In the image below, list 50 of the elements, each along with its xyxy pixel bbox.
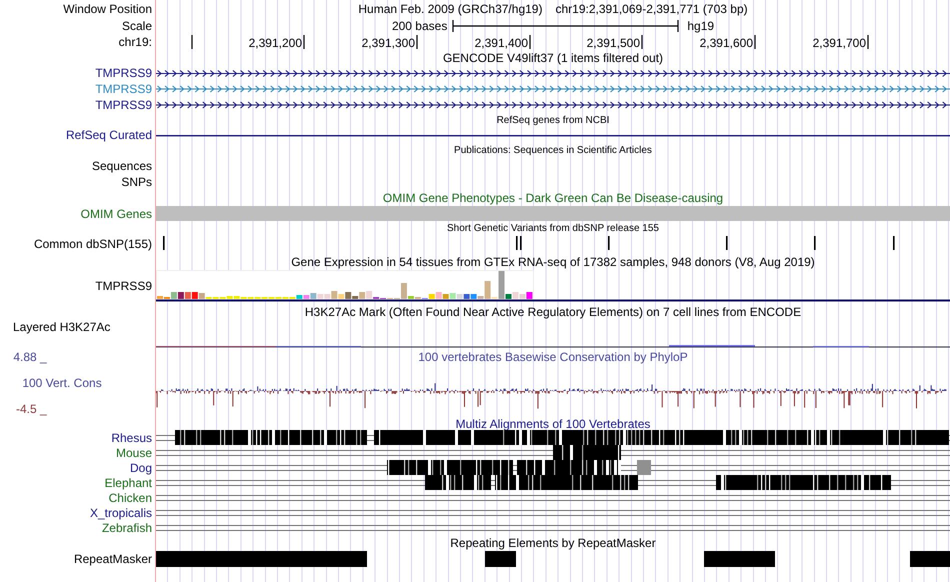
ruler-tick-label: 2,391,500 [586,36,640,50]
scale-assembly-text: hg19 [687,19,714,33]
track-title: Publications: Sequences in Scientific Articles [454,144,652,158]
track-label[interactable]: SNPs [121,174,152,190]
track-label[interactable]: Sequences [92,159,152,174]
track-label[interactable]: TMPRSS9 [95,278,152,294]
alignment-drawing[interactable] [156,445,950,460]
window-position-label: Window Position [63,2,152,16]
scale-min-label: -4.5 _ [16,402,48,416]
assembly-title: Human Feb. 2009 (GRCh37/hg19) [358,2,542,16]
track-label[interactable]: TMPRSS9 [95,66,152,81]
ruler-tick-label: 2,391,700 [812,36,866,50]
chromosome-label: chr19: [118,34,152,50]
track-label[interactable]: TMPRSS9 [95,82,152,96]
track-label[interactable]: Common dbSNP(155) [34,237,152,252]
track-title: H3K27Ac Mark (Often Found Near Active Regulatory Elements) on 7 cell lines from ENCODE [304,304,802,318]
scale-max-label: 4.88 _ [13,350,48,364]
track-label[interactable]: Elephant [104,476,152,490]
alignment-drawing[interactable] [156,430,950,445]
position-text: chr19:2,391,069-2,391,771 (703 bp) [555,2,748,16]
ruler-tick-label: 2,391,600 [700,36,753,50]
alignment-drawing[interactable] [156,475,950,490]
track-title: Short Genetic Variants from dbSNP release 155 [447,222,659,236]
scale-label: Scale [122,18,152,34]
track-title: OMIM Gene Phenotypes - Dark Green Can Be Disease-causing [382,191,724,205]
track-label[interactable]: Mouse [116,446,152,460]
track-label[interactable]: RefSeq Curated [66,128,152,143]
ruler-tick-label: 2,391,300 [362,36,415,50]
track-title: Repeating Elements by RepeatMasker [450,536,656,550]
track-title: Gene Expression in 54 tissues from GTEx RNA-seq of 17382 samples, 948 donors (V8, Aug 2019) [291,254,815,268]
track-label[interactable]: X_tropicalis [90,506,152,520]
track-label[interactable]: TMPRSS9 [95,98,152,112]
track-label[interactable]: Rhesus [111,430,152,444]
track-title: GENCODE V49lift37 (1 items filtered out) [442,51,664,65]
track-label[interactable]: Dog [130,460,152,474]
track-title: 100 vertebrates Basewise Conservation by PhyloP [418,350,688,364]
ruler-tick-label: 2,391,200 [248,36,302,50]
track-label[interactable]: Chicken [108,490,152,504]
track-label[interactable]: Zebrafish [102,520,152,534]
track-title: RefSeq genes from NCBI [496,114,610,128]
track-label[interactable]: RepeatMasker [74,551,152,567]
track-label[interactable]: Layered H3K27Ac [13,321,110,334]
track-label[interactable]: 100 Vert. Cons [13,376,102,390]
gene-line-drawing[interactable] [156,134,950,136]
track-label[interactable]: OMIM Genes [80,206,152,222]
repeat-blocks-drawing[interactable] [156,551,950,567]
scale-text: 200 bases [392,19,448,33]
alignment-drawing[interactable] [156,460,950,475]
expression-bars-drawing[interactable] [156,270,950,302]
ruler-tick-label: 2,391,400 [474,36,528,50]
